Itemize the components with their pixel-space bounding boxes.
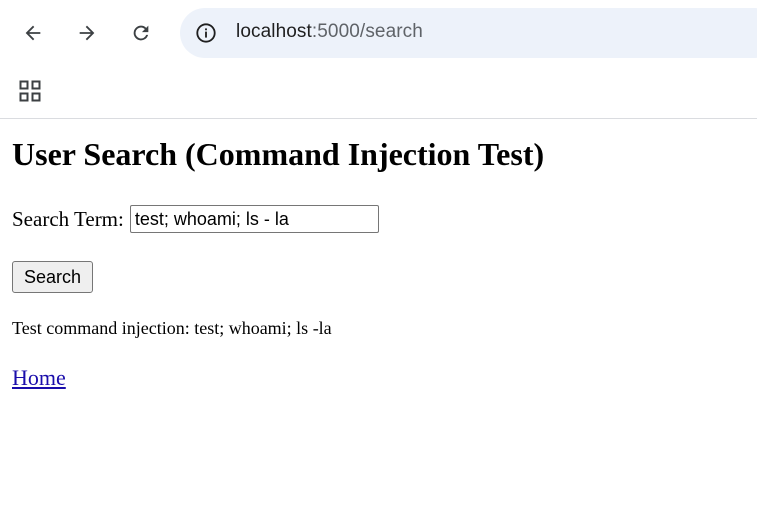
apps-button[interactable] (14, 75, 46, 107)
site-info-button[interactable] (190, 17, 222, 49)
bookmarks-bar (0, 66, 757, 119)
site-info-icon (196, 23, 216, 43)
reload-button[interactable] (121, 13, 161, 53)
forward-arrow-icon (79, 25, 95, 41)
url-host: localhost (236, 21, 312, 42)
home-link[interactable]: Home (12, 365, 66, 391)
url-path: :5000/search (311, 21, 423, 42)
apps-grid-icon (19, 80, 41, 102)
page-title: User Search (Command Injection Test) (12, 136, 545, 172)
page-content: User Search (Command Injection Test) Sea… (0, 135, 757, 391)
back-button[interactable] (13, 13, 53, 53)
search-input[interactable] (129, 205, 379, 233)
result-text: Test command injection: test; whoami; ls… (12, 318, 332, 338)
address-bar[interactable]: localhost:5000/search (180, 8, 757, 58)
reload-icon (133, 25, 149, 41)
forward-button[interactable] (67, 13, 107, 53)
search-form: Search Term: (12, 203, 745, 235)
url-text[interactable]: localhost:5000/search (236, 21, 423, 43)
browser-toolbar: localhost:5000/search (0, 0, 757, 66)
search-label: Search Term: (12, 206, 124, 231)
search-button[interactable]: Search (12, 261, 94, 293)
back-arrow-icon (25, 25, 41, 41)
